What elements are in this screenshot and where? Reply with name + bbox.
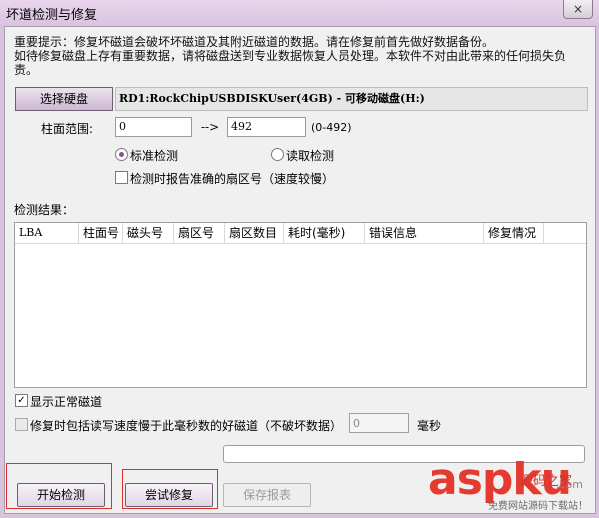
results-label: 检测结果： xyxy=(14,203,75,217)
title-bar: 坏道检测与修复 × xyxy=(0,0,599,26)
slow-threshold-input[interactable]: 0 xyxy=(349,413,409,433)
close-button[interactable]: × xyxy=(563,0,593,19)
standard-check-radio[interactable] xyxy=(115,148,128,161)
select-disk-button[interactable]: 选择硬盘 xyxy=(15,87,113,111)
highlight-box-start xyxy=(6,463,112,509)
cylinder-range-label: 柱面范围: xyxy=(41,122,94,136)
col-error[interactable]: 错误信息 xyxy=(365,223,484,243)
watermark-footer: 免费网站源码下载站！ xyxy=(488,501,588,512)
notice-line-2: 如待修复磁盘上存有重要数据，请将磁盘送到专业数据恢复人员处理。本软件不对由此带来… xyxy=(14,49,567,77)
col-cylinder[interactable]: 柱面号 xyxy=(79,223,123,243)
col-lba[interactable]: LBA xyxy=(15,223,79,243)
ms-unit-label: 毫秒 xyxy=(417,419,442,433)
read-check-label: 读取检测 xyxy=(286,149,335,163)
disk-name-display: RD1:RockChipUSBDISKUser(4GB) - 可移动磁盘(H:) xyxy=(115,87,588,111)
highlight-box-repair xyxy=(122,469,218,509)
cylinder-range-hint: (0-492) xyxy=(311,121,352,134)
notice-line-1: 重要提示：修复坏磁道会破坏坏磁道及其附近磁道的数据。请在修复前首先做好数据备份。 xyxy=(14,35,495,49)
dialog-body: 重要提示：修复坏磁道会破坏坏磁道及其附近磁道的数据。请在修复前首先做好数据备份。… xyxy=(4,26,596,514)
warning-notice: 重要提示：修复坏磁道会破坏坏磁道及其附近磁道的数据。请在修复前首先做好数据备份。… xyxy=(14,35,584,77)
standard-check-label: 标准检测 xyxy=(130,149,179,163)
repair-slow-label: 修复时包括读写速度慢于此毫秒数的好磁道（不破坏数据） xyxy=(30,419,343,433)
read-check-radio[interactable] xyxy=(271,148,284,161)
cylinder-end-input[interactable]: 492 xyxy=(227,117,306,137)
col-time[interactable]: 耗时(毫秒) xyxy=(284,223,365,243)
watermark-sub: 源码之家 xyxy=(520,474,573,489)
col-head[interactable]: 磁头号 xyxy=(123,223,174,243)
repair-slow-checkbox[interactable] xyxy=(15,418,28,431)
results-table[interactable]: LBA 柱面号 磁头号 扇区号 扇区数目 耗时(毫秒) 错误信息 修复情况 xyxy=(14,222,587,388)
show-normal-label: 显示正常磁道 xyxy=(30,395,103,409)
close-icon: × xyxy=(572,2,584,16)
results-table-header: LBA 柱面号 磁头号 扇区号 扇区数目 耗时(毫秒) 错误信息 修复情况 xyxy=(15,223,586,244)
report-sector-checkbox[interactable] xyxy=(115,171,128,184)
window-title: 坏道检测与修复 xyxy=(6,8,98,23)
show-normal-checkbox[interactable]: ✓ xyxy=(15,394,28,407)
range-arrow: --> xyxy=(201,120,220,134)
cylinder-start-input[interactable]: 0 xyxy=(115,117,192,137)
report-sector-label: 检测时报告准确的扇区号（速度较慢） xyxy=(130,172,335,186)
col-sector[interactable]: 扇区号 xyxy=(174,223,225,243)
save-report-button[interactable]: 保存报表 xyxy=(223,483,311,507)
col-sector-count[interactable]: 扇区数目 xyxy=(225,223,284,243)
col-repair[interactable]: 修复情况 xyxy=(484,223,544,243)
